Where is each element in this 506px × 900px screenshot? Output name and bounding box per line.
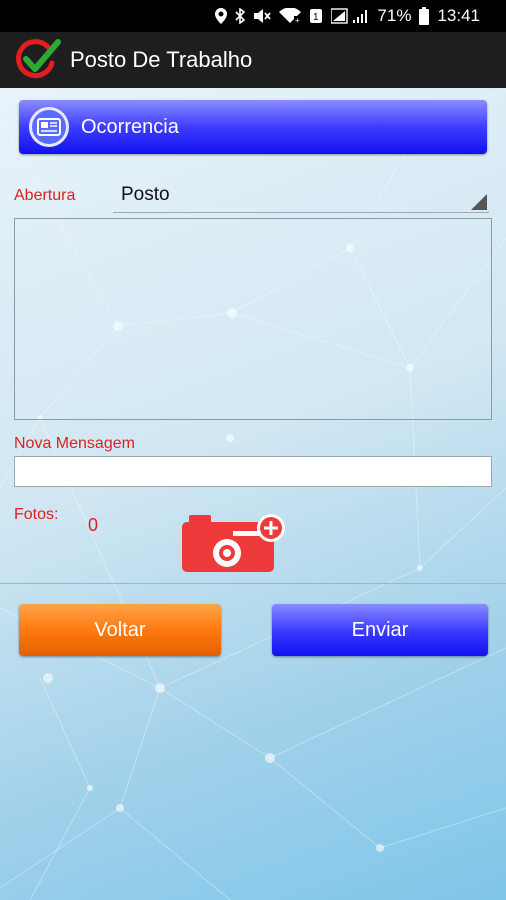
svg-text:+: + <box>295 16 300 24</box>
fotos-count: 0 <box>88 515 99 535</box>
document-icon <box>29 107 69 147</box>
voltar-button[interactable]: Voltar <box>19 604 221 656</box>
ocorrencia-button[interactable]: Ocorrencia <box>19 100 487 154</box>
svg-text:1: 1 <box>313 12 319 23</box>
battery-percent: 71% <box>377 6 412 25</box>
app-bar: Posto De Trabalho <box>0 32 506 88</box>
form-container: Ocorrencia Abertura Posto Nova Mensagem … <box>0 88 506 900</box>
divider <box>0 583 506 584</box>
message-history-area[interactable] <box>14 218 492 420</box>
battery-icon <box>419 7 430 25</box>
signal-icon <box>331 8 369 24</box>
clock: 13:41 <box>437 6 480 25</box>
wifi-icon: + <box>279 8 302 24</box>
data-badge-icon: 1 <box>309 8 323 24</box>
nova-mensagem-label: Nova Mensagem <box>14 435 135 452</box>
enviar-button[interactable]: Enviar <box>272 604 488 656</box>
add-photo-camera-icon[interactable] <box>181 512 289 574</box>
abertura-select[interactable]: Posto <box>113 180 489 213</box>
nova-mensagem-input[interactable] <box>14 456 492 487</box>
abertura-label: Abertura <box>14 187 76 204</box>
app-title: Posto De Trabalho <box>70 47 253 72</box>
bluetooth-icon <box>235 8 246 24</box>
location-icon <box>215 8 228 24</box>
checkmark-logo <box>14 39 62 81</box>
dropdown-arrow-icon <box>471 194 487 210</box>
fotos-label: Fotos: <box>14 506 59 523</box>
status-bar: + 1 71% 13:41 <box>0 0 506 32</box>
abertura-selected-value: Posto <box>121 184 170 205</box>
mute-icon <box>253 8 272 24</box>
ocorrencia-label: Ocorrencia <box>81 115 179 138</box>
